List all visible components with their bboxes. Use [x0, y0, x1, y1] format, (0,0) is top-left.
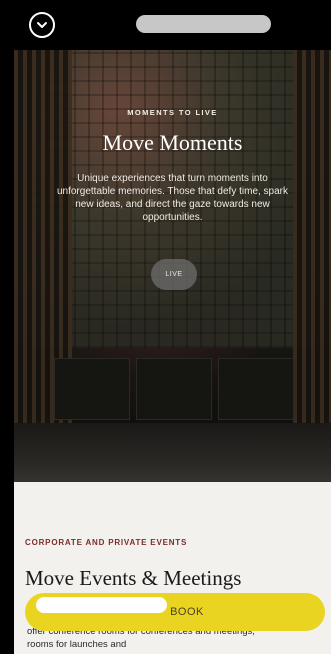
live-button[interactable]: LIVE — [151, 259, 197, 290]
hero-eyebrow: MOMENTS TO LIVE — [127, 108, 218, 117]
planters — [54, 358, 294, 420]
section-title: Move Events & Meetings — [25, 566, 242, 590]
planter — [54, 358, 130, 420]
hero-title: Move Moments — [102, 130, 243, 155]
url-bar[interactable] — [136, 15, 271, 33]
planter — [136, 358, 212, 420]
wood-slats-right — [293, 28, 331, 458]
browser-top-bar — [0, 0, 331, 50]
chevron-down-icon — [37, 22, 47, 28]
hero-description: Unique experiences that turn moments int… — [56, 173, 289, 223]
app-screen: MOMENTS TO LIVE Move Moments Unique expe… — [0, 0, 331, 654]
floor — [14, 423, 331, 490]
hero-content: MOMENTS TO LIVE Move Moments Unique expe… — [14, 108, 331, 224]
hero-section: MOMENTS TO LIVE Move Moments Unique expe… — [14, 28, 331, 490]
redaction-overlay — [36, 597, 167, 613]
planter — [218, 358, 294, 420]
collapse-button[interactable] — [29, 12, 55, 38]
section-eyebrow: CORPORATE AND PRIVATE EVENTS — [25, 538, 188, 547]
